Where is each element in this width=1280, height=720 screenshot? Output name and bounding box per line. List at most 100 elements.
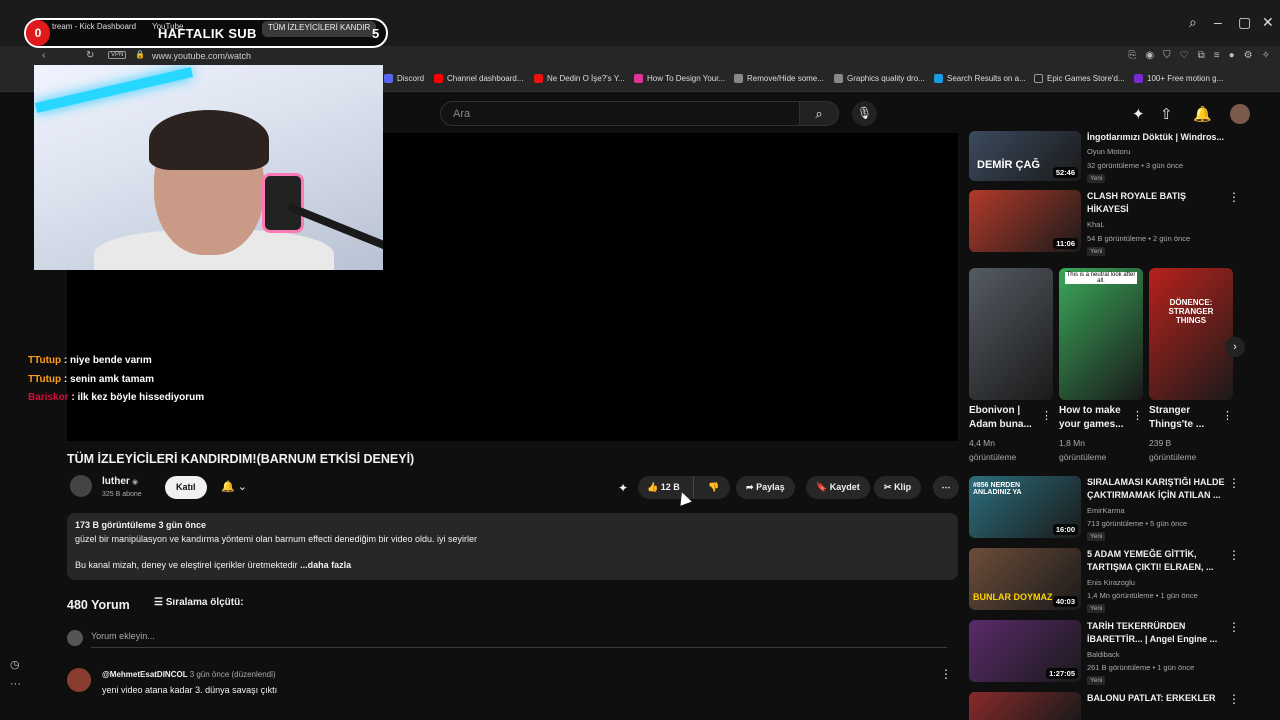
ai-icon[interactable]: ✧ (1262, 50, 1270, 61)
mic-icon[interactable]: 🎙 (852, 101, 877, 126)
video-thumbnail[interactable]: 11:06 (969, 190, 1081, 252)
more-options-icon[interactable]: ⋮ (1228, 190, 1240, 204)
led-strip (34, 67, 194, 113)
bookmark-item[interactable]: Discord (384, 74, 424, 83)
more-options-icon[interactable]: ⋮ (1222, 409, 1233, 422)
create-icon[interactable]: ✦ (1132, 105, 1145, 123)
recommendation-item[interactable]: 11:06 CLASH ROYALE BATIŞ HİKAYESİ KhaL 5… (969, 190, 1244, 256)
shield-icon[interactable]: ⛉ (1163, 50, 1171, 61)
browser-tab[interactable]: tream - Kick Dashboard (52, 22, 136, 31)
recommendation-item[interactable]: 1:27:05 TARİH TEKERRÜRDEN İBARETTİR... |… (969, 620, 1244, 685)
short-title[interactable]: How to make your games... (1059, 404, 1129, 432)
notifications-icon[interactable]: 🔔 (1193, 105, 1212, 123)
short-views: 239 B görüntüleme (1149, 438, 1197, 462)
chat-message: TTutup : niye bende varım (28, 355, 152, 366)
comment-avatar[interactable] (67, 668, 91, 692)
sort-comments-button[interactable]: ☰ Sıralama ölçütü: (154, 597, 244, 608)
url-field[interactable]: www.youtube.com/watch (152, 51, 251, 61)
bell-icon: 🔔 (221, 481, 235, 493)
upload-icon[interactable]: ⇧ (1160, 105, 1173, 123)
bookmark-item[interactable]: Ne Dedin O İşe?'s Y... (534, 74, 625, 83)
video-thumbnail[interactable] (969, 692, 1081, 720)
lock-icon: 🔒 (135, 50, 145, 59)
add-comment-input[interactable]: Yorum ekleyin... (91, 631, 947, 648)
short-thumbnail[interactable]: This is a neutral look after all. (1059, 268, 1143, 400)
bookmark-item[interactable]: How To Design Your... (634, 74, 725, 83)
search-tabs-icon[interactable]: ⌕ (1189, 14, 1197, 31)
bookmark-item[interactable]: Remove/Hide some... (734, 74, 824, 83)
more-icon[interactable]: ··· (10, 678, 21, 690)
recommendation-item[interactable]: BALONU PATLAT: ERKEKLER ⋮ (969, 692, 1244, 720)
clip-button[interactable]: ✂ Klip (874, 476, 922, 499)
share-page-icon[interactable]: ⎘ (1128, 50, 1136, 61)
heart-icon[interactable]: ♡ (1180, 50, 1189, 61)
streamer-hair (149, 110, 269, 170)
more-options-icon[interactable]: ⋮ (1228, 548, 1240, 562)
chat-message: Bariskor : ilk kez böyle hissediyorum (28, 392, 205, 403)
more-options-icon[interactable]: ⋮ (1228, 692, 1240, 706)
save-button[interactable]: 🔖 Kaydet (806, 476, 870, 499)
video-thumbnail[interactable]: #856 NERDEN ANLADINIZ YA 16:00 (969, 476, 1081, 538)
chevron-down-icon: ⌄ (237, 481, 247, 493)
more-options-icon[interactable]: ⋮ (1041, 409, 1052, 422)
video-thumbnail[interactable]: BUNLAR DOYMAZ 40:03 (969, 548, 1081, 610)
short-thumbnail[interactable] (969, 268, 1053, 400)
comment-menu-icon[interactable]: ⋮ (940, 667, 952, 681)
short-title[interactable]: Stranger Things'te ... (1149, 404, 1219, 432)
back-icon[interactable]: ‹ (42, 50, 45, 61)
extensions-icon[interactable]: ⧉ (1198, 50, 1205, 61)
address-bar-actions: ⎘ ◉ ⛉ ♡ ⧉ ≡ ● ⚙ ✧ (1128, 50, 1270, 61)
comment-count: 480 Yorum (67, 598, 130, 612)
settings-icon[interactable]: ⚙ (1244, 50, 1253, 61)
channel-avatar[interactable] (70, 475, 92, 497)
vpn-badge[interactable]: VPN (108, 51, 127, 59)
show-more-link[interactable]: ...daha fazla (300, 560, 351, 570)
notification-bell-button[interactable]: 🔔 ⌄ (211, 476, 257, 499)
minimize-icon[interactable]: – (1214, 14, 1222, 30)
bookmark-item[interactable]: Channel dashboard... (434, 74, 524, 83)
more-options-icon[interactable]: ⋮ (1132, 409, 1143, 422)
video-thumbnail[interactable]: DEMİR ÇAĞ 52:46 (969, 131, 1081, 181)
more-options-icon[interactable]: ⋮ (1228, 620, 1240, 634)
video-thumbnail[interactable]: 1:27:05 (969, 620, 1081, 682)
close-window-icon[interactable]: ✕ (1262, 14, 1274, 31)
recommendation-item[interactable]: DEMİR ÇAĞ 52:46 İngotlarımızı Döktük | Wi… (969, 131, 1244, 187)
reload-icon[interactable]: ↻ (86, 50, 94, 61)
video-description[interactable]: 173 B görüntüleme 3 gün önce güzel bir m… (67, 513, 958, 580)
profile-icon[interactable]: ● (1229, 50, 1235, 61)
camera-icon[interactable]: ◉ (1145, 50, 1154, 61)
bookmark-item[interactable]: Search Results on a... (934, 74, 1026, 83)
menu-icon[interactable]: ≡ (1214, 50, 1220, 61)
share-button[interactable]: ➦ Paylaş (736, 476, 795, 499)
thumbs-down-icon: 👎 (708, 482, 720, 492)
recommendation-item[interactable]: BUNLAR DOYMAZ 40:03 5 ADAM YEMEĞE GİTTİK,… (969, 548, 1244, 613)
short-thumbnail[interactable]: DÖNENCE: STRANGER THINGS (1149, 268, 1233, 400)
comment-author[interactable]: @MehmetEsatDINCOL 3 gün önce (düzenlendi… (102, 670, 276, 679)
maximize-icon[interactable]: ▢ (1238, 14, 1251, 31)
bookmark-item[interactable]: Epic Games Store'd... (1034, 74, 1125, 83)
history-icon[interactable]: ◷ (10, 658, 20, 671)
bookmark-item[interactable]: Graphics quality dro... (834, 74, 925, 83)
chevron-right-icon[interactable]: › (1225, 337, 1245, 357)
description-text: güzel bir manipülasyon ve kandırma yönte… (75, 534, 478, 544)
video-title: TÜM İZLEYİCİLERİ KANDIRDIM!(BARNUM ETKİS… (67, 452, 415, 466)
search-button[interactable]: ⌕ (799, 101, 839, 126)
description-text: Bu kanal mizah, deney ve eleştirel içeri… (75, 560, 352, 570)
more-options-icon[interactable]: ⋮ (1228, 476, 1240, 490)
channel-name[interactable]: luther (102, 476, 130, 487)
comment-text: yeni video atana kadar 3. dünya savaşı ç… (102, 685, 278, 695)
join-button[interactable]: Katıl (165, 476, 207, 499)
search-input[interactable]: Ara (440, 101, 800, 126)
short-title[interactable]: Ebonivon | Adam buna... (969, 404, 1039, 432)
recommendation-item[interactable]: #856 NERDEN ANLADINIZ YA 16:00 SIRALAMASI… (969, 476, 1244, 541)
dislike-button[interactable]: 👎 (700, 476, 728, 499)
browser-tab-active[interactable]: TÜM İZLEYİCİLERİ KANDIR (262, 21, 377, 37)
bookmark-item[interactable]: 100+ Free motion g... (1134, 74, 1223, 83)
more-actions-icon[interactable]: ⋯ (933, 476, 959, 499)
sub-goal-target: 5 (372, 26, 380, 41)
webcam-overlay (34, 65, 383, 270)
short-views: 1,8 Mn görüntüleme (1059, 438, 1107, 462)
sub-goal-title: HAFTALIK SUB (158, 26, 257, 41)
sparkle-icon[interactable]: ✦ (618, 481, 628, 495)
avatar[interactable] (1230, 104, 1250, 124)
